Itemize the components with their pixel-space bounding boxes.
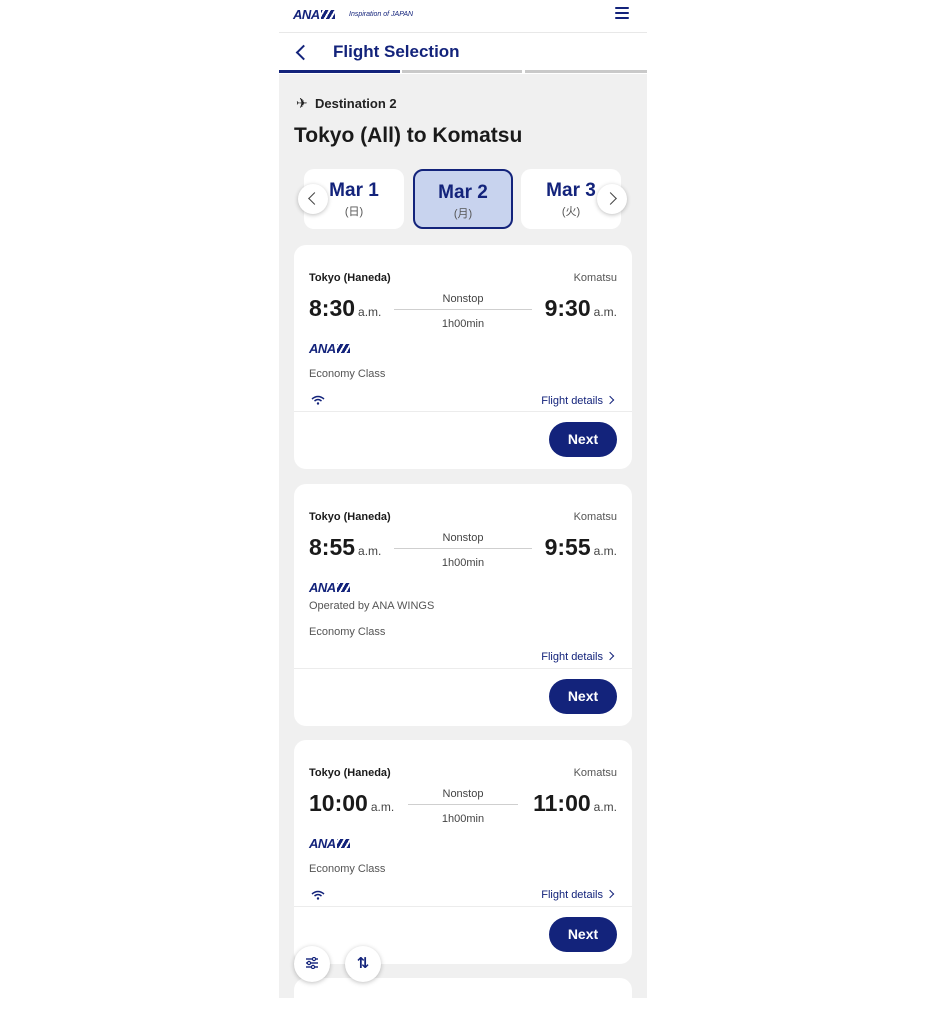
phone-screen: ANA Inspiration of JAPAN Flight Selectio… [279, 0, 647, 998]
arrival-time: 9:55 a.m. [544, 534, 617, 560]
route-title: Tokyo (All) to Komatsu [294, 124, 523, 147]
flight-details-link[interactable]: Flight details [541, 395, 615, 407]
sort-arrows-icon[interactable]: ⇅ [345, 946, 381, 982]
date-label: Mar 2 [438, 182, 488, 203]
date-option-selected[interactable]: Mar 2 (月) [413, 169, 513, 229]
filter-sliders-icon[interactable] [294, 946, 330, 982]
airline-logo: ANA [309, 836, 350, 851]
date-selector: Mar 1 (日) Mar 2 (月) Mar 3 (火) [297, 168, 629, 231]
divider [294, 411, 632, 412]
route-line [394, 548, 532, 549]
origin-airport: Tokyo (Haneda) [309, 272, 391, 284]
flight-details-link[interactable]: Flight details [541, 651, 615, 663]
top-bar: ANA Inspiration of JAPAN [279, 0, 647, 32]
page-title: Flight Selection [333, 42, 460, 61]
destination-label-row: ✈ Destination 2 [296, 95, 397, 112]
ana-logo[interactable]: ANA [293, 7, 335, 22]
chevron-right-icon [605, 395, 615, 405]
flight-card: Tokyo (Haneda) Komatsu 10:00 a.m. Nonstop… [294, 740, 632, 964]
progress-step-2 [402, 70, 522, 73]
cabin-class: Economy Class [309, 368, 386, 380]
airline-logo: ANA [309, 580, 350, 595]
flight-card: Tokyo (Haneda) Komatsu 8:55 a.m. Nonstop … [294, 484, 632, 726]
filter-sliders-icon-glyph [306, 956, 318, 970]
hamburger-menu-icon[interactable] [615, 5, 629, 19]
progress-step-1 [279, 70, 400, 73]
chevron-right-icon [605, 651, 615, 661]
cabin-class: Economy Class [309, 626, 386, 638]
next-button[interactable]: Next [549, 679, 617, 714]
divider [294, 906, 632, 907]
chevron-right-icon [605, 889, 615, 899]
flight-details-link[interactable]: Flight details [541, 889, 615, 901]
arrival-time: 11:00 a.m. [533, 790, 617, 816]
wifi-icon [311, 890, 325, 900]
destination-label: Destination 2 [315, 96, 397, 111]
wifi-icon [311, 395, 325, 405]
progress-step-3 [525, 70, 647, 73]
destination-airport: Komatsu [573, 767, 617, 779]
next-date-arrow-icon[interactable] [597, 184, 627, 214]
previous-date-arrow-icon[interactable] [298, 184, 328, 214]
next-button[interactable]: Next [549, 422, 617, 457]
route-line [408, 804, 518, 805]
route-line [394, 309, 532, 310]
operated-by-label: Operated by ANA WINGS [309, 600, 435, 612]
destination-airport: Komatsu [573, 511, 617, 523]
airplane-icon: ✈ [296, 95, 308, 111]
origin-airport: Tokyo (Haneda) [309, 511, 391, 523]
destination-airport: Komatsu [573, 272, 617, 284]
flight-card-partial [294, 978, 632, 998]
nav-bar: Flight Selection [279, 32, 647, 70]
weekday-label: (月) [453, 208, 473, 220]
brand-tagline: Inspiration of JAPAN [349, 11, 414, 18]
flight-card: Tokyo (Haneda) Komatsu 8:30 a.m. Nonstop … [294, 245, 632, 469]
arrival-time: 9:30 a.m. [544, 295, 617, 321]
next-button[interactable]: Next [549, 917, 617, 952]
cabin-class: Economy Class [309, 863, 386, 875]
step-progress-bar [279, 70, 647, 74]
back-chevron-icon[interactable] [293, 42, 309, 62]
origin-airport: Tokyo (Haneda) [309, 767, 391, 779]
airline-logo: ANA [309, 341, 350, 356]
divider [294, 668, 632, 669]
